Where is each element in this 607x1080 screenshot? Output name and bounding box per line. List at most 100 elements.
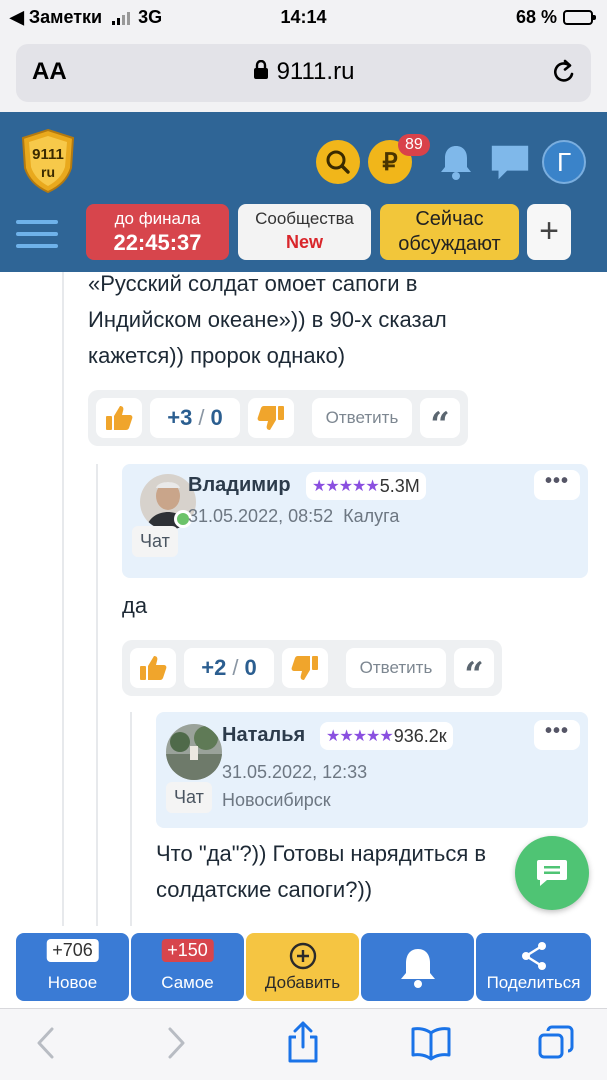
user-avatar[interactable]: Г <box>542 140 586 184</box>
thumbs-down-icon <box>257 406 284 430</box>
post-score: +3/0 <box>150 398 240 438</box>
chat-label[interactable]: Чат <box>166 782 212 813</box>
comment-vote-bar: +2/0 Ответить “ <box>122 640 502 696</box>
nav-notifications-button[interactable] <box>361 933 474 1001</box>
chat-bubble-icon <box>491 145 529 180</box>
final-countdown-button[interactable]: до финала 22:45:37 <box>86 204 229 260</box>
comment-city: Калуга <box>343 506 400 526</box>
comment-score: +2/0 <box>184 648 274 688</box>
browser-address-area: AA 9111.ru <box>0 36 607 112</box>
quote-button[interactable]: “ <box>420 398 460 445</box>
nav-add-button[interactable]: Добавить <box>246 933 359 1001</box>
thumbs-down-icon <box>291 656 318 680</box>
final-label: до финала <box>114 209 201 228</box>
back-button[interactable] <box>34 1025 58 1066</box>
comment-text: да <box>122 593 148 618</box>
reply-button[interactable]: Ответить <box>312 398 412 438</box>
comment-city: Новосибирск <box>222 790 331 810</box>
tabs-icon <box>538 1025 574 1059</box>
quote-button[interactable]: “ <box>454 648 494 695</box>
thumbs-up-icon <box>106 406 133 430</box>
nav-new-label: Новое <box>47 973 98 992</box>
dislike-button[interactable] <box>282 648 328 688</box>
comment-card: Наталья ★★★★★ 936.2к ••• 31.05.2022, 12:… <box>156 712 588 828</box>
chevron-left-icon <box>37 1027 54 1059</box>
post-text-line: «Русский солдат омоет сапоги в <box>88 272 418 296</box>
chat-icon <box>537 860 567 886</box>
chevron-right-icon <box>168 1027 185 1059</box>
share-up-icon <box>288 1021 318 1063</box>
reply-button[interactable]: Ответить <box>346 648 446 688</box>
battery-percent: 68 % <box>515 7 557 27</box>
thread-line <box>62 272 64 926</box>
avatar[interactable] <box>166 724 222 780</box>
nav-share-button[interactable]: Поделиться <box>476 933 591 1001</box>
browser-toolbar <box>0 1008 607 1080</box>
thread-line <box>96 464 98 926</box>
dislike-button[interactable] <box>248 398 294 438</box>
comment-author[interactable]: Наталья <box>222 724 305 747</box>
comment-author[interactable]: Владимир <box>188 474 291 497</box>
battery-icon <box>563 10 596 25</box>
status-bar: ◀ Заметки 3G 14:14 68 % <box>0 0 607 36</box>
minus-count: 0 <box>244 655 257 680</box>
reload-icon[interactable] <box>551 59 577 92</box>
like-button[interactable] <box>96 398 142 438</box>
nav-new-button[interactable]: +706 Новое <box>16 933 129 1001</box>
messages-button[interactable] <box>488 140 532 184</box>
balance-badge: 89 <box>398 134 430 156</box>
plus-count: +2 <box>201 655 227 680</box>
nav-top-label: Самое <box>161 973 214 992</box>
rating-stars: ★★★★★ <box>326 728 394 745</box>
nav-add-label: Добавить <box>264 973 341 992</box>
plus-icon: + <box>539 212 559 250</box>
bookmarks-button[interactable] <box>410 1025 452 1066</box>
plus-circle-icon <box>289 942 317 970</box>
chat-label[interactable]: Чат <box>132 526 178 557</box>
communities-button[interactable]: Сообщества New <box>238 204 371 260</box>
now-discussing-button[interactable]: Сейчас обсуждают <box>380 204 519 260</box>
chat-fab-button[interactable] <box>515 836 589 910</box>
reply-label: Ответить <box>359 658 433 677</box>
user-rating: ★★★★★ 936.2к <box>320 722 453 750</box>
search-icon <box>326 150 350 174</box>
thumbs-up-icon <box>140 656 167 680</box>
ruble-icon: ₽ <box>382 148 398 176</box>
bell-icon <box>401 949 435 988</box>
menu-icon[interactable] <box>16 220 58 256</box>
logo-text-top: 9111 <box>32 146 64 163</box>
nav-top-button[interactable]: +150 Самое <box>131 933 244 1001</box>
site-header: 9111 ru ₽ 89 Г до финала 22:45:37 Сообще… <box>0 112 607 272</box>
quote-icon: “ <box>430 405 450 445</box>
comment-date: 31.05.2022, 08:52 <box>188 506 334 526</box>
now-discussing-line1: Сейчас <box>415 208 484 230</box>
notifications-button[interactable] <box>434 140 478 184</box>
post-text-line: кажется)) пророк однако) <box>88 343 346 368</box>
comment-thread: «Русский солдат омоет сапоги в Индийском… <box>0 272 607 926</box>
more-options-button[interactable]: ••• <box>534 720 580 750</box>
minus-count: 0 <box>210 405 223 430</box>
comment-date: 31.05.2022, 12:33 <box>222 762 368 782</box>
communities-label: Сообщества <box>255 209 354 228</box>
site-logo[interactable]: 9111 ru <box>20 128 76 194</box>
address-bar[interactable]: AA 9111.ru <box>16 44 591 102</box>
lock-icon <box>253 59 269 87</box>
share-icon <box>522 942 546 970</box>
forward-button[interactable] <box>164 1025 188 1066</box>
url-display[interactable]: 9111.ru <box>16 58 591 87</box>
rating-stars: ★★★★★ <box>312 478 380 495</box>
user-rating: ★★★★★ 5.3M <box>306 472 426 500</box>
tabs-button[interactable] <box>538 1025 574 1066</box>
create-post-button[interactable]: + <box>527 204 571 260</box>
communities-new-label: New <box>285 232 323 252</box>
logo-text-bottom: ru <box>41 164 55 180</box>
now-discussing-line2: обсуждают <box>398 233 501 255</box>
like-button[interactable] <box>130 648 176 688</box>
url-text: 9111.ru <box>276 58 355 85</box>
site-search-button[interactable] <box>316 140 360 184</box>
share-sheet-button[interactable] <box>286 1021 320 1068</box>
bell-icon <box>441 146 471 180</box>
quote-icon: “ <box>464 655 484 695</box>
post-text-line: Индийском океане»)) в 90-х сказал <box>88 307 447 332</box>
more-options-button[interactable]: ••• <box>534 470 580 500</box>
